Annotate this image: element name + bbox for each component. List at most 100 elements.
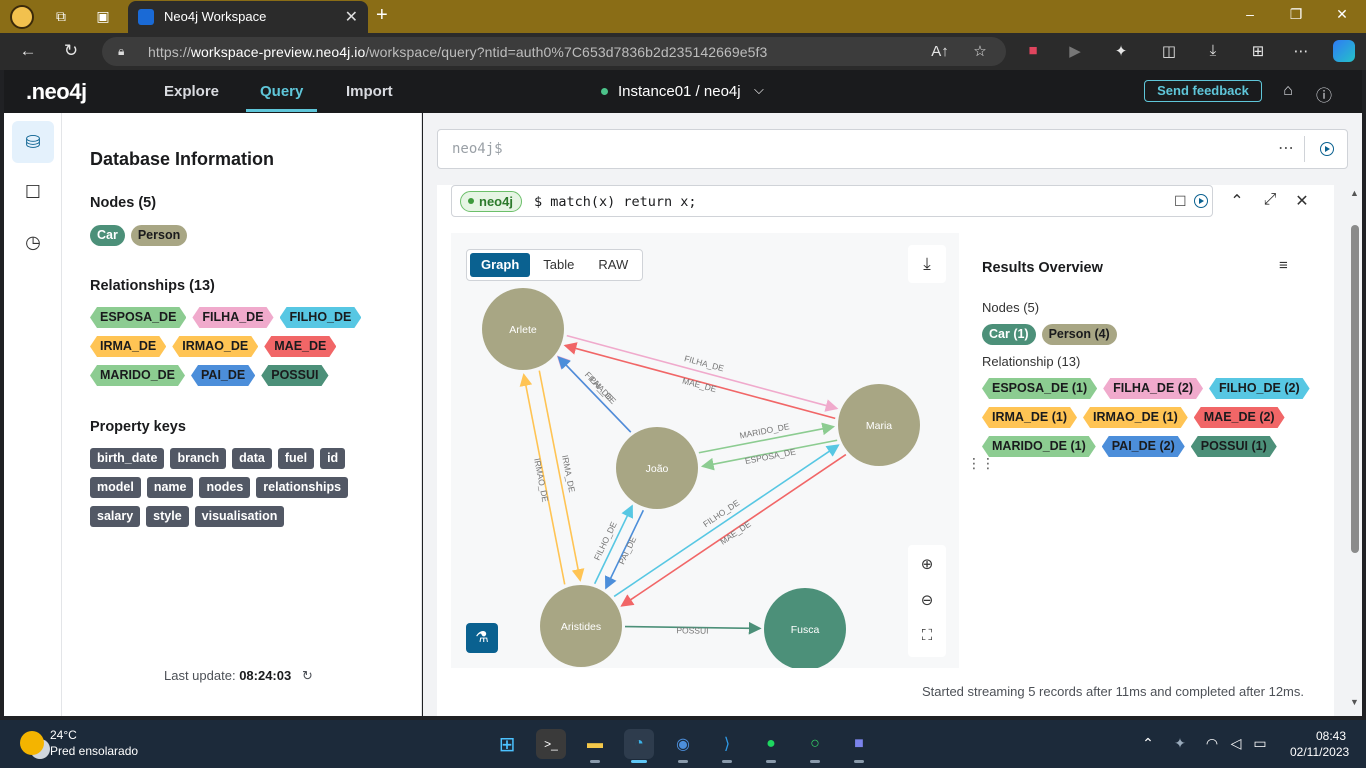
overview-node-chip[interactable]: Person (4) [1041,324,1117,345]
scroll-thumb[interactable] [1351,225,1359,553]
download-icon[interactable]: ⤓ [908,245,946,283]
clock-date[interactable]: 02/11/2023 [1290,745,1349,759]
history-icon[interactable]: ◷ [12,221,54,263]
close-window-icon[interactable]: ✕ [1332,6,1352,23]
url-field[interactable]: 🔒︎ https://workspace-preview.neo4j.io/wo… [102,37,1006,66]
relationship-chip[interactable]: MAE_DE [264,336,336,357]
overview-rel-chip[interactable]: ESPOSA_DE (1) [982,378,1097,399]
overview-node-chip[interactable]: Car (1) [982,324,1036,345]
media-play-icon[interactable]: ▶ [1064,42,1086,60]
close-result-icon[interactable]: ✕ [1292,191,1312,211]
relationship-chip[interactable]: FILHO_DE [280,307,362,328]
spotify-icon[interactable]: ● [756,729,786,763]
scrollbar[interactable]: ▲ ▼ [1348,185,1362,716]
view-tab-graph[interactable]: Graph [470,253,531,277]
property-key-chip[interactable]: salary [90,506,141,527]
saved-cypher-icon[interactable]: ☐ [12,171,54,213]
rerun-query-icon[interactable] [1194,194,1208,208]
node-label-chip[interactable]: Person [130,225,188,246]
help-icon[interactable]: ⓘ [1314,82,1334,106]
property-key-chip[interactable]: relationships [256,477,349,498]
database-icon[interactable]: ⛁ [12,121,54,163]
clock-time[interactable]: 08:43 [1316,729,1346,743]
tab-actions-icon[interactable]: ▣ [94,7,112,25]
property-key-chip[interactable]: birth_date [90,448,165,469]
nav-import[interactable]: Import [346,83,393,100]
property-key-chip[interactable]: fuel [277,448,315,469]
property-key-chip[interactable]: visualisation [194,506,285,527]
node-label-chip[interactable]: Car [90,225,125,246]
view-tab-raw[interactable]: RAW [587,253,639,277]
nav-query[interactable]: Query [260,83,303,100]
fit-view-icon[interactable]: ⛶ [908,627,946,644]
overview-rel-chip[interactable]: MARIDO_DE (1) [982,436,1096,457]
weather-icon[interactable] [20,731,44,755]
profile-avatar[interactable] [10,5,34,29]
property-key-chip[interactable]: nodes [199,477,251,498]
overview-rel-chip[interactable]: IRMAO_DE (1) [1083,407,1188,428]
scroll-up-icon[interactable]: ▲ [1350,188,1359,198]
more-options-icon[interactable]: ⋯ [1278,138,1294,158]
sort-icon[interactable]: ≡ [1279,257,1288,274]
overview-rel-chip[interactable]: PAI_DE (2) [1102,436,1185,457]
view-tab-table[interactable]: Table [532,253,585,277]
relationship-chip[interactable]: FILHA_DE [192,307,273,328]
send-feedback-button[interactable]: Send feedback [1144,80,1262,102]
volume-icon[interactable]: ◁ [1226,735,1246,752]
overview-rel-chip[interactable]: FILHA_DE (2) [1103,378,1203,399]
relationship-chip[interactable]: PAI_DE [191,365,255,386]
whatsapp-icon[interactable]: ○ [800,729,830,763]
scroll-down-icon[interactable]: ▼ [1350,697,1359,707]
overview-rel-chip[interactable]: POSSUI (1) [1191,436,1277,457]
terminal-icon[interactable]: >_ [536,729,566,759]
split-screen-icon[interactable]: ◫ [1158,42,1180,60]
read-aloud-icon[interactable]: A↑ [929,43,951,60]
flask-icon[interactable]: ⚗ [466,623,498,653]
relationship-edge[interactable] [557,356,632,433]
neo4j-logo[interactable]: .neo4j [26,79,87,105]
overview-rel-chip[interactable]: IRMA_DE (1) [982,407,1077,428]
property-key-chip[interactable]: data [232,448,272,469]
overview-rel-chip[interactable]: FILHO_DE (2) [1209,378,1310,399]
start-icon[interactable]: ⊞ [492,729,522,759]
tray-app-icon[interactable]: ✦ [1170,735,1190,752]
chevron-down-icon[interactable]: ⌵ [754,82,764,98]
edge-icon[interactable]: ◔ [624,729,654,763]
refresh-db-icon[interactable]: ↻ [302,668,313,684]
zoom-in-icon[interactable]: ⊕ [908,555,946,573]
back-icon[interactable]: ← [17,41,39,61]
favorite-star-icon[interactable]: ☆ [969,42,991,60]
learn-icon[interactable]: ⌂ [1278,82,1298,100]
collections-icon[interactable]: ⊞ [1247,42,1269,60]
run-query-icon[interactable] [1320,142,1334,156]
restore-icon[interactable]: ❐ [1286,6,1306,23]
property-key-chip[interactable]: name [146,477,194,498]
firefox-icon[interactable]: ◉ [668,729,698,763]
close-tab-icon[interactable]: ✕ [345,7,358,27]
property-key-chip[interactable]: style [146,506,189,527]
refresh-icon[interactable]: ↻ [60,41,82,61]
downloads-icon[interactable]: ⤓ [1202,42,1224,59]
copilot-icon[interactable] [1333,40,1355,62]
property-key-chip[interactable]: model [90,477,141,498]
relationship-chip[interactable]: MARIDO_DE [90,365,185,386]
overview-rel-chip[interactable]: MAE_DE (2) [1194,407,1285,428]
settings-more-icon[interactable]: ⋯ [1290,42,1312,60]
collapse-icon[interactable]: ⌃ [1227,191,1247,211]
file-explorer-icon[interactable]: ▬ [580,729,610,763]
nav-explore[interactable]: Explore [164,83,219,100]
graph-canvas[interactable]: FILHA_DEMAE_DEFILHA_DEPAI_DEMARIDO_DEESP… [451,233,959,668]
graph-view[interactable]: FILHA_DE MAE_DE FILHA_DE PAI_DE MARIDO_DE ESP… [451,233,959,668]
instance-selector[interactable]: Instance01 / neo4j [618,83,741,100]
property-key-chip[interactable]: branch [170,448,227,469]
relationship-chip[interactable]: IRMA_DE [90,336,166,357]
tray-overflow-icon[interactable]: ⌃ [1138,735,1158,752]
browser-tab[interactable]: Neo4j Workspace ✕ [128,1,368,33]
minimize-icon[interactable]: – [1240,6,1260,22]
relationship-chip[interactable]: POSSUI [261,365,328,386]
relationship-chip[interactable]: ESPOSA_DE [90,307,186,328]
fullscreen-icon[interactable]: ⤢ [1260,191,1280,209]
extensions-icon[interactable]: ✦ [1110,42,1132,60]
teams-icon[interactable]: ■ [844,729,874,763]
property-key-chip[interactable]: id [320,448,346,469]
